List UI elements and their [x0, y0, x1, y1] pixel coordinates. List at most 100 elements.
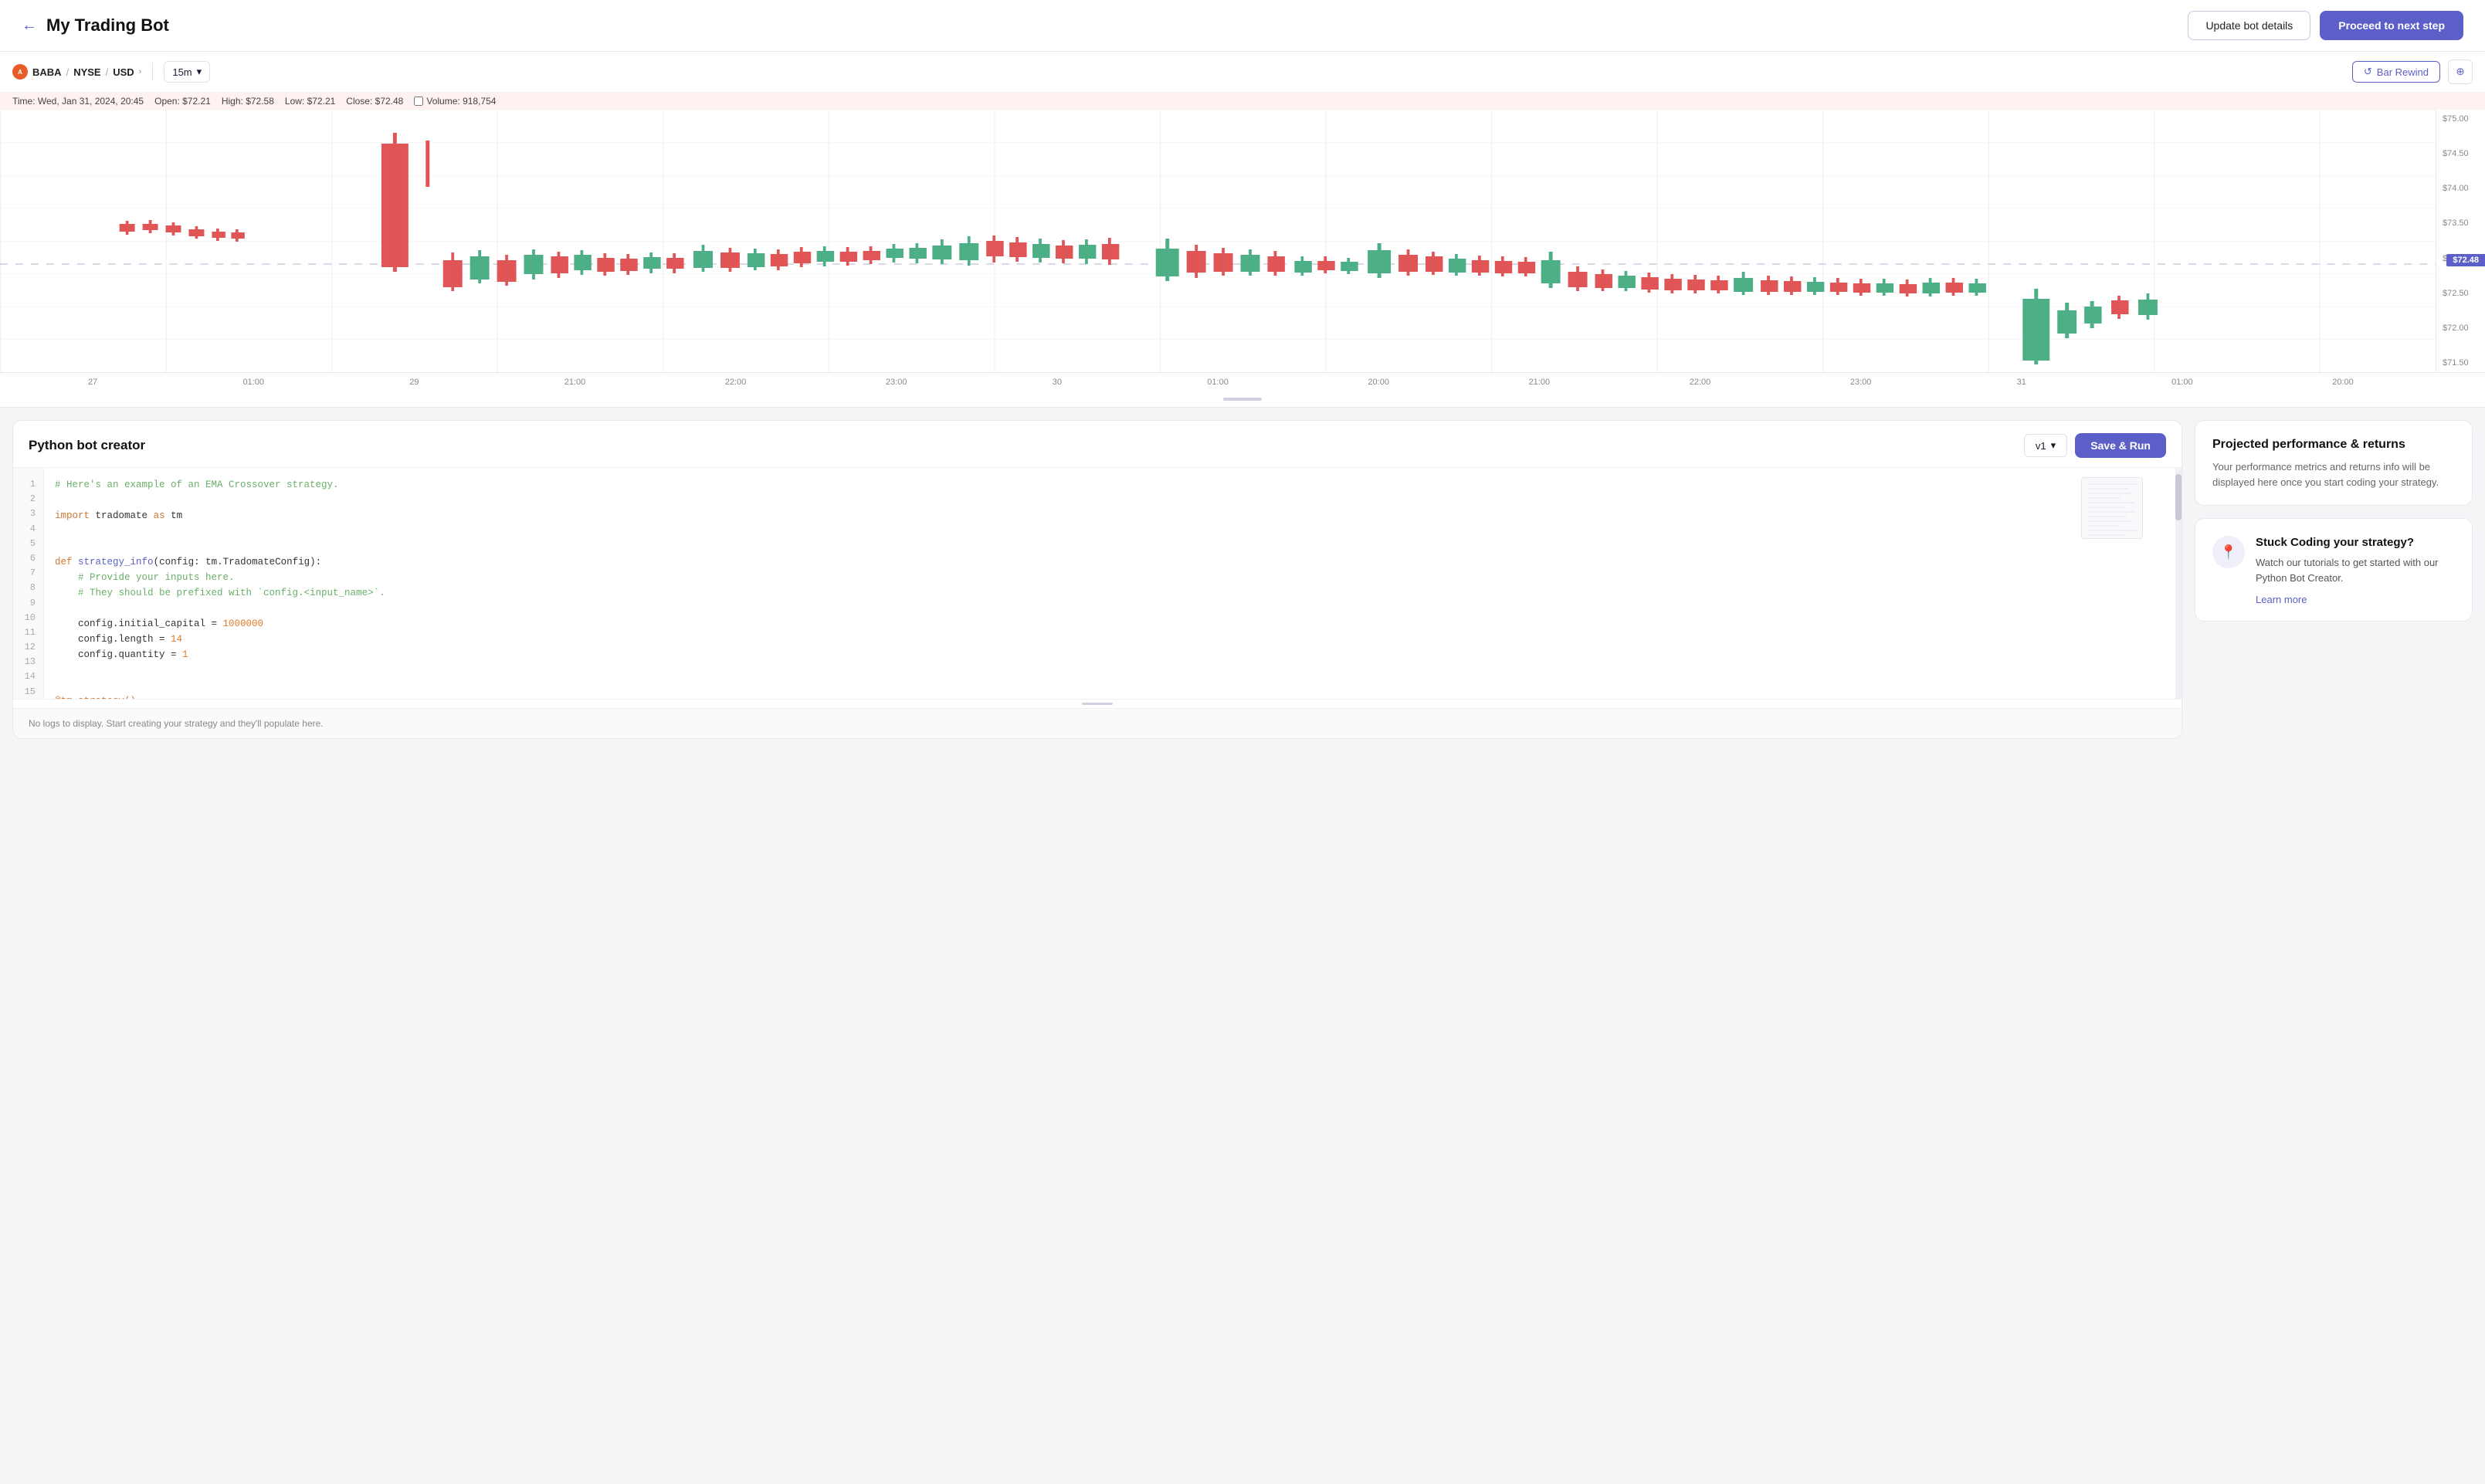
time-2100-2: 21:00: [1459, 378, 1619, 387]
ln-8: 8: [13, 581, 43, 595]
timeframe-chevron-icon: ▾: [197, 66, 202, 78]
currency-label: USD: [113, 66, 134, 78]
logs-placeholder: No logs to display. Start creating your …: [29, 718, 324, 729]
ln-3: 3: [13, 507, 43, 521]
timeframe-selector[interactable]: 15m ▾: [164, 61, 210, 83]
stuck-title: Stuck Coding your strategy?: [2256, 536, 2455, 549]
update-bot-details-button[interactable]: Update bot details: [2188, 11, 2310, 40]
code-line-11: config.length = 14: [55, 632, 2165, 647]
time-0100-1: 01:00: [173, 378, 334, 387]
time-2200-2: 22:00: [1619, 378, 1780, 387]
ln-7: 7: [13, 566, 43, 581]
code-line-6: def strategy_info(config: tm.TradomateCo…: [55, 554, 2165, 570]
version-chevron-icon: ▾: [2051, 439, 2056, 452]
ohlcv-open: Open: $72.21: [154, 96, 211, 107]
code-line-9: [55, 601, 2165, 616]
chart-toolbar: A BABA / NYSE / USD › 15m ▾ ↺ Bar Rewind…: [0, 52, 2485, 93]
version-selector[interactable]: v1 ▾: [2024, 434, 2067, 457]
header-right: Update bot details Proceed to next step: [2188, 11, 2463, 40]
stuck-description: Watch our tutorials to get started with …: [2256, 555, 2455, 585]
line-numbers: 1 2 3 4 5 6 7 8 9 10 11 12 13 14 15: [13, 468, 44, 699]
code-line-15: @tm.strategy(): [55, 693, 2165, 699]
volume-checkbox[interactable]: Volume: 918,754: [414, 96, 496, 107]
code-resize-handle[interactable]: [13, 699, 2182, 708]
performance-description: Your performance metrics and returns inf…: [2212, 459, 2455, 490]
scrollbar-thumb: [2175, 474, 2182, 520]
ln-1: 1: [13, 477, 43, 492]
right-panel: Projected performance & returns Your per…: [2195, 420, 2473, 739]
code-line-13: [55, 662, 2165, 678]
proceed-next-step-button[interactable]: Proceed to next step: [2320, 11, 2463, 40]
chart-resize-handle[interactable]: [0, 391, 2485, 407]
toolbar-divider: [152, 63, 153, 81]
ln-13: 13: [13, 655, 43, 669]
time-27: 27: [12, 378, 173, 387]
symbol-info[interactable]: A BABA / NYSE / USD ›: [12, 64, 141, 80]
code-line-4: [55, 523, 2165, 539]
ohlcv-low: Low: $72.21: [285, 96, 335, 107]
version-label: v1: [2036, 440, 2046, 452]
bottom-section: Python bot creator v1 ▾ Save & Run 1 2 3…: [0, 408, 2485, 751]
ln-12: 12: [13, 640, 43, 655]
scrollbar-vertical[interactable]: [2175, 468, 2182, 699]
bar-rewind-button[interactable]: ↺ Bar Rewind: [2352, 61, 2440, 83]
bar-rewind-icon: ↺: [2364, 66, 2372, 78]
code-thumbnail: [2081, 477, 2143, 539]
time-2000-1: 20:00: [1298, 378, 1459, 387]
volume-toggle[interactable]: [414, 97, 423, 106]
save-run-button[interactable]: Save & Run: [2075, 433, 2166, 458]
volume-label: Volume: 918,754: [426, 96, 496, 107]
code-panel-header: Python bot creator v1 ▾ Save & Run: [13, 421, 2182, 467]
price-level-8: $71.50: [2443, 358, 2479, 368]
price-level-1: $75.00: [2443, 114, 2479, 124]
candlestick-chart[interactable]: $75.00 $74.50 $74.00 $73.50 $73.00 $72.5…: [0, 110, 2485, 372]
code-panel-title: Python bot creator: [29, 438, 145, 453]
code-line-8: # They should be prefixed with `config.<…: [55, 585, 2165, 601]
code-line-14: [55, 678, 2165, 693]
ln-11: 11: [13, 625, 43, 640]
ln-14: 14: [13, 669, 43, 684]
bar-rewind-label: Bar Rewind: [2377, 66, 2429, 78]
time-2300-1: 23:00: [816, 378, 977, 387]
code-line-2: [55, 493, 2165, 508]
time-31: 31: [1941, 378, 2102, 387]
code-panel: Python bot creator v1 ▾ Save & Run 1 2 3…: [12, 420, 2182, 739]
code-editor[interactable]: 1 2 3 4 5 6 7 8 9 10 11 12 13 14 15 # He…: [13, 467, 2182, 699]
timeframe-value: 15m: [172, 66, 192, 78]
code-line-10: config.initial_capital = 1000000: [55, 616, 2165, 632]
price-level-7: $72.00: [2443, 324, 2479, 333]
learn-more-link[interactable]: Learn more: [2256, 594, 2307, 605]
baba-icon: A: [12, 64, 28, 80]
time-2200-1: 22:00: [656, 378, 816, 387]
currency-divider: /: [106, 66, 109, 78]
logs-area: No logs to display. Start creating your …: [13, 708, 2182, 738]
code-line-7: # Provide your inputs here.: [55, 570, 2165, 585]
tutorial-icon-wrap: 📍: [2212, 536, 2245, 568]
ln-10: 10: [13, 611, 43, 625]
code-panel-actions: v1 ▾ Save & Run: [2024, 433, 2166, 458]
code-line-12: config.quantity = 1: [55, 647, 2165, 662]
code-content[interactable]: # Here's an example of an EMA Crossover …: [44, 468, 2175, 699]
chart-section: A BABA / NYSE / USD › 15m ▾ ↺ Bar Rewind…: [0, 52, 2485, 408]
stuck-card: 📍 Stuck Coding your strategy? Watch our …: [2195, 518, 2473, 622]
ln-2: 2: [13, 492, 43, 507]
stuck-content: Stuck Coding your strategy? Watch our tu…: [2256, 536, 2455, 605]
ln-9: 9: [13, 596, 43, 611]
exchange-label: NYSE: [73, 66, 100, 78]
price-level-4: $73.50: [2443, 219, 2479, 228]
time-2100-1: 21:00: [494, 378, 655, 387]
symbol-chevron-icon: ›: [139, 67, 142, 76]
price-axis: $75.00 $74.50 $74.00 $73.50 $73.00 $72.5…: [2436, 110, 2485, 372]
chart-ohlcv-bar: Time: Wed, Jan 31, 2024, 20:45 Open: $72…: [0, 93, 2485, 110]
chart-svg: [0, 110, 2485, 372]
performance-card: Projected performance & returns Your per…: [2195, 420, 2473, 506]
crosshair-button[interactable]: ⊕: [2448, 59, 2473, 84]
pin-icon: 📍: [2220, 544, 2237, 561]
time-30: 30: [977, 378, 1137, 387]
ln-6: 6: [13, 551, 43, 566]
performance-title: Projected performance & returns: [2212, 438, 2455, 452]
ln-5: 5: [13, 537, 43, 551]
back-button[interactable]: ←: [22, 18, 37, 33]
price-level-6: $72.50: [2443, 289, 2479, 298]
symbol-label: BABA: [32, 66, 62, 78]
